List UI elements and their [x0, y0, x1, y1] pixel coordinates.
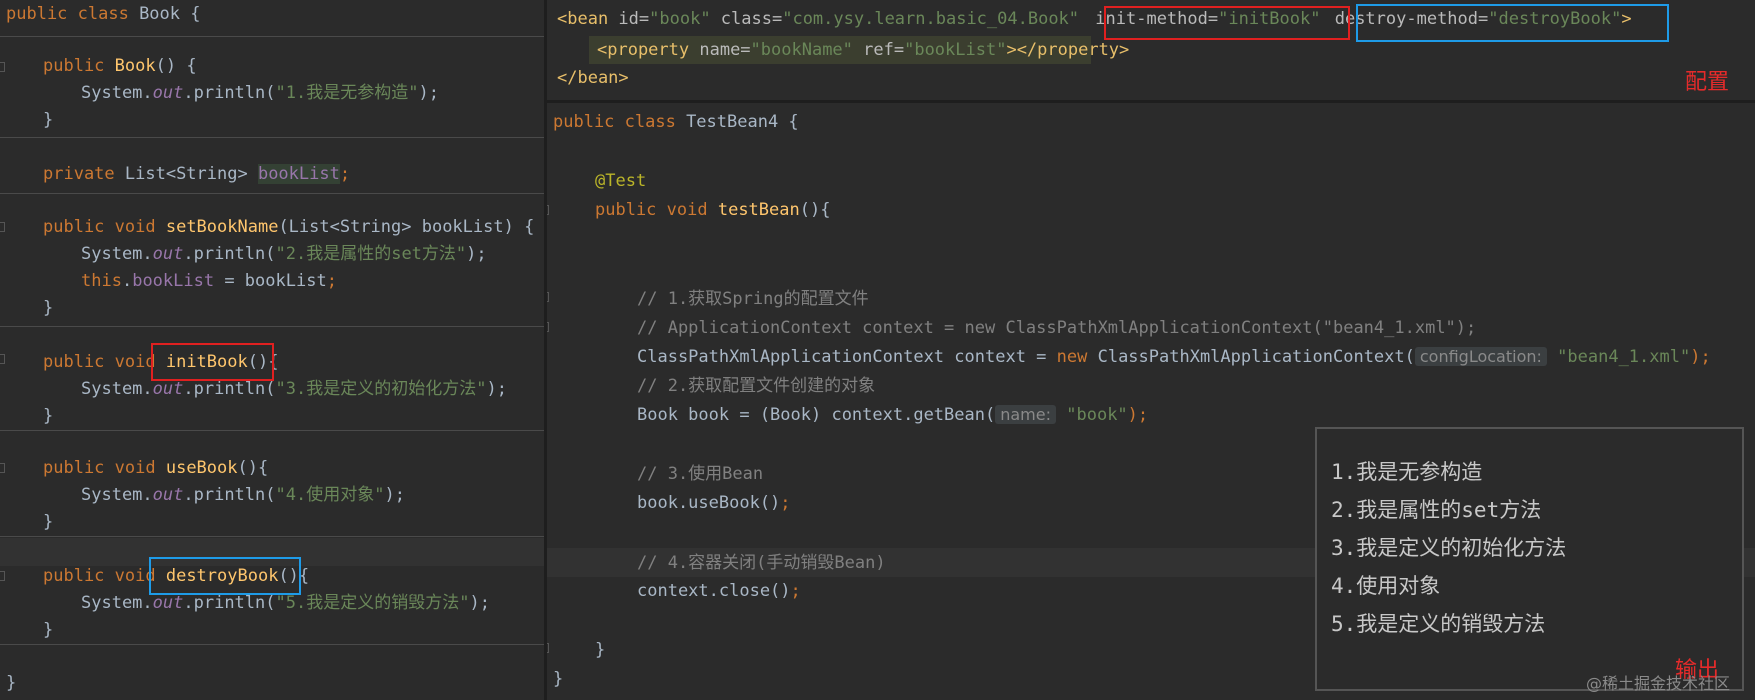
code-line: public Book() { — [43, 56, 197, 76]
method-separator — [0, 644, 544, 645]
code-line: // 1.获取Spring的配置文件 — [637, 289, 869, 309]
fold-marker-icon[interactable] — [547, 322, 549, 332]
method-separator — [0, 430, 544, 431]
fold-marker-icon[interactable] — [547, 643, 549, 653]
method-separator — [0, 193, 544, 194]
method-separator — [0, 326, 544, 327]
fold-marker-icon[interactable] — [0, 463, 5, 473]
output-line: 1.我是无参构造 — [1331, 460, 1483, 484]
xml-destroy-method-highlight-box — [1356, 4, 1669, 42]
code-line: System.out.println("5.我是定义的销毁方法"); — [81, 593, 490, 613]
fold-marker-icon[interactable] — [0, 571, 5, 581]
config-label: 配置 — [1685, 70, 1730, 95]
code-line: } — [43, 298, 54, 318]
parameter-hint: name: — [995, 405, 1056, 424]
watermark: @稀土掘金技术社区 — [1586, 674, 1731, 693]
fold-marker-icon[interactable] — [547, 205, 549, 215]
output-line: 5.我是定义的销毁方法 — [1331, 612, 1546, 636]
code-line: System.out.println("2.我是属性的set方法"); — [81, 244, 487, 264]
code-line: // 4.容器关闭(手动销毁Bean) — [637, 553, 886, 573]
code-line: public void setBookName(List<String> boo… — [43, 217, 535, 237]
fold-marker-icon[interactable] — [0, 62, 5, 72]
code-line: } — [43, 620, 54, 640]
xml-line: <property name="bookName" ref="bookList"… — [597, 40, 1130, 60]
parameter-hint: configLocation: — [1414, 347, 1547, 366]
code-line: // ApplicationContext context = new Clas… — [637, 318, 1477, 338]
output-line: 2.我是属性的set方法 — [1331, 498, 1542, 522]
method-separator — [0, 536, 544, 537]
code-line: this.bookList = bookList; — [81, 271, 337, 291]
xml-init-method-highlight-box — [1104, 6, 1350, 40]
code-line: } — [553, 669, 564, 689]
code-line: System.out.println("4.使用对象"); — [81, 485, 405, 505]
code-line: // 3.使用Bean — [637, 464, 764, 484]
xml-line: </bean> — [557, 68, 629, 88]
code-line: // 2.获取配置文件创建的对象 — [637, 376, 876, 396]
code-line: public class Book { — [6, 4, 201, 24]
code-line: book.useBook(); — [637, 493, 791, 513]
code-line: System.out.println("1.我是无参构造"); — [81, 83, 439, 103]
output-line: 3.我是定义的初始化方法 — [1331, 536, 1567, 560]
code-line: public class TestBean4 { — [553, 112, 799, 132]
code-line: } — [43, 406, 54, 426]
book-class-editor[interactable]: public class Book { public Book() { Syst… — [0, 0, 544, 700]
method-separator — [0, 36, 544, 37]
code-line: private List<String> bookList; — [43, 164, 351, 184]
method-separator — [0, 137, 544, 138]
code-line: } — [43, 512, 54, 532]
code-line: public void useBook(){ — [43, 458, 269, 478]
code-line: Book book = (Book) context.getBean(name:… — [637, 405, 1149, 425]
code-line: public void testBean(){ — [595, 200, 831, 220]
output-line: 4.使用对象 — [1331, 574, 1441, 598]
section-divider — [547, 100, 1755, 103]
fold-marker-icon[interactable] — [0, 354, 5, 364]
code-line: } — [595, 640, 606, 660]
code-line: } — [6, 673, 17, 693]
fold-marker-icon[interactable] — [0, 222, 5, 232]
code-line: context.close(); — [637, 581, 801, 601]
code-line: } — [43, 110, 54, 130]
code-line: System.out.println("3.我是定义的初始化方法"); — [81, 379, 507, 399]
code-line: ClassPathXmlApplicationContext context =… — [637, 347, 1711, 367]
fold-marker-icon[interactable] — [547, 292, 549, 302]
code-line: @Test — [595, 171, 647, 191]
